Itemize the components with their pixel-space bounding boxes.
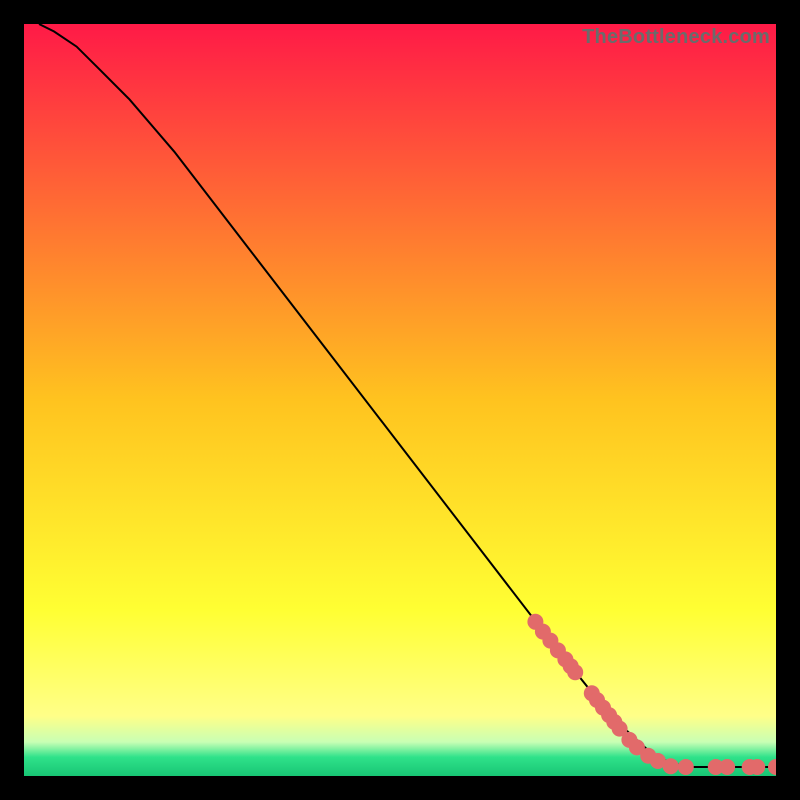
data-marker	[749, 759, 765, 775]
data-marker	[663, 758, 679, 774]
data-marker	[678, 759, 694, 775]
data-marker	[567, 664, 583, 680]
chart-background	[24, 24, 776, 776]
data-marker	[719, 759, 735, 775]
watermark-text: TheBottleneck.com	[582, 26, 770, 49]
chart-frame: TheBottleneck.com	[24, 24, 776, 776]
chart-svg	[24, 24, 776, 776]
